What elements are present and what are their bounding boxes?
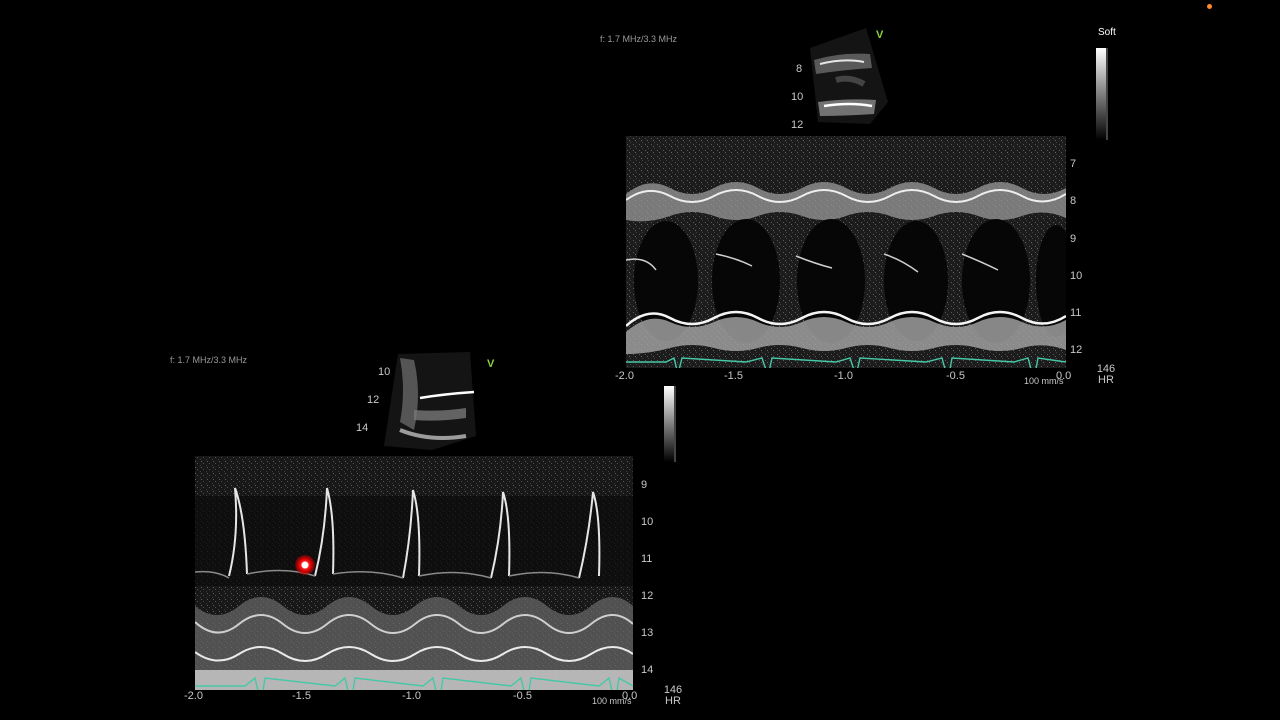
preset-label: Soft [1098, 27, 1116, 38]
top-frequency-label: f: 1.7 MHz/3.3 MHz [600, 34, 678, 44]
top-depth-12: 12 [1070, 344, 1083, 356]
top-depth-8: 8 [1070, 195, 1077, 207]
bottom-sweep-speed: 100 mm/s [592, 696, 632, 706]
top-grayscale-bar [1096, 48, 1108, 140]
bottom-mmode-trace[interactable] [195, 456, 633, 690]
bottom-depth-14: 14 [641, 664, 654, 676]
bottom-depth-10: 10 [641, 516, 654, 528]
bottom-time-tick-2-0: -2.0 [184, 690, 203, 702]
cursor-dot[interactable] [295, 555, 315, 575]
bottom-frequency-label: f: 1.7 MHz/3.3 MHz [170, 355, 248, 365]
top-mmode-image [626, 136, 1066, 368]
top-mmode-trace[interactable] [626, 136, 1066, 368]
bottom-grayscale-bar [664, 386, 676, 462]
bottom-heart-rate: 146 HR [659, 685, 687, 707]
bottom-hr-label: HR [665, 695, 681, 707]
top-v-marker: V [876, 29, 884, 41]
bottom-depth-11: 11 [641, 553, 653, 565]
bottom-thumb-depth-10: 10 [378, 366, 391, 378]
top-2d-thumbnail[interactable] [800, 28, 896, 128]
bottom-mmode-image [195, 456, 633, 690]
top-thumb-depth-10: 10 [791, 91, 804, 103]
bottom-time-tick-1-5: -1.5 [292, 690, 311, 702]
top-sweep-speed: 100 mm/s [1024, 376, 1064, 386]
top-time-tick-2-0: -2.0 [615, 370, 634, 382]
top-depth-7: 7 [1070, 158, 1077, 170]
bottom-time-tick-0-5: -0.5 [513, 690, 532, 702]
top-time-tick-0-5: -0.5 [946, 370, 965, 382]
top-thumb-depth-12: 12 [791, 119, 804, 131]
top-thumbnail-image [810, 28, 888, 124]
top-hr-label: HR [1098, 374, 1114, 386]
bottom-thumb-depth-14: 14 [356, 422, 369, 434]
top-heart-rate: 146 HR [1092, 364, 1120, 386]
top-depth-9: 9 [1070, 233, 1077, 245]
bottom-depth-9: 9 [641, 479, 648, 491]
bottom-v-marker: V [487, 358, 495, 370]
top-time-tick-1-5: -1.5 [724, 370, 743, 382]
top-depth-11: 11 [1070, 307, 1082, 319]
top-time-tick-1-0: -1.0 [834, 370, 853, 382]
top-thumb-depth-8: 8 [796, 63, 803, 75]
bottom-time-tick-1-0: -1.0 [402, 690, 421, 702]
status-indicator-dot [1207, 4, 1212, 9]
top-depth-10: 10 [1070, 270, 1083, 282]
bottom-depth-12: 12 [641, 590, 654, 602]
bottom-thumb-depth-12: 12 [367, 394, 380, 406]
bottom-depth-13: 13 [641, 627, 654, 639]
